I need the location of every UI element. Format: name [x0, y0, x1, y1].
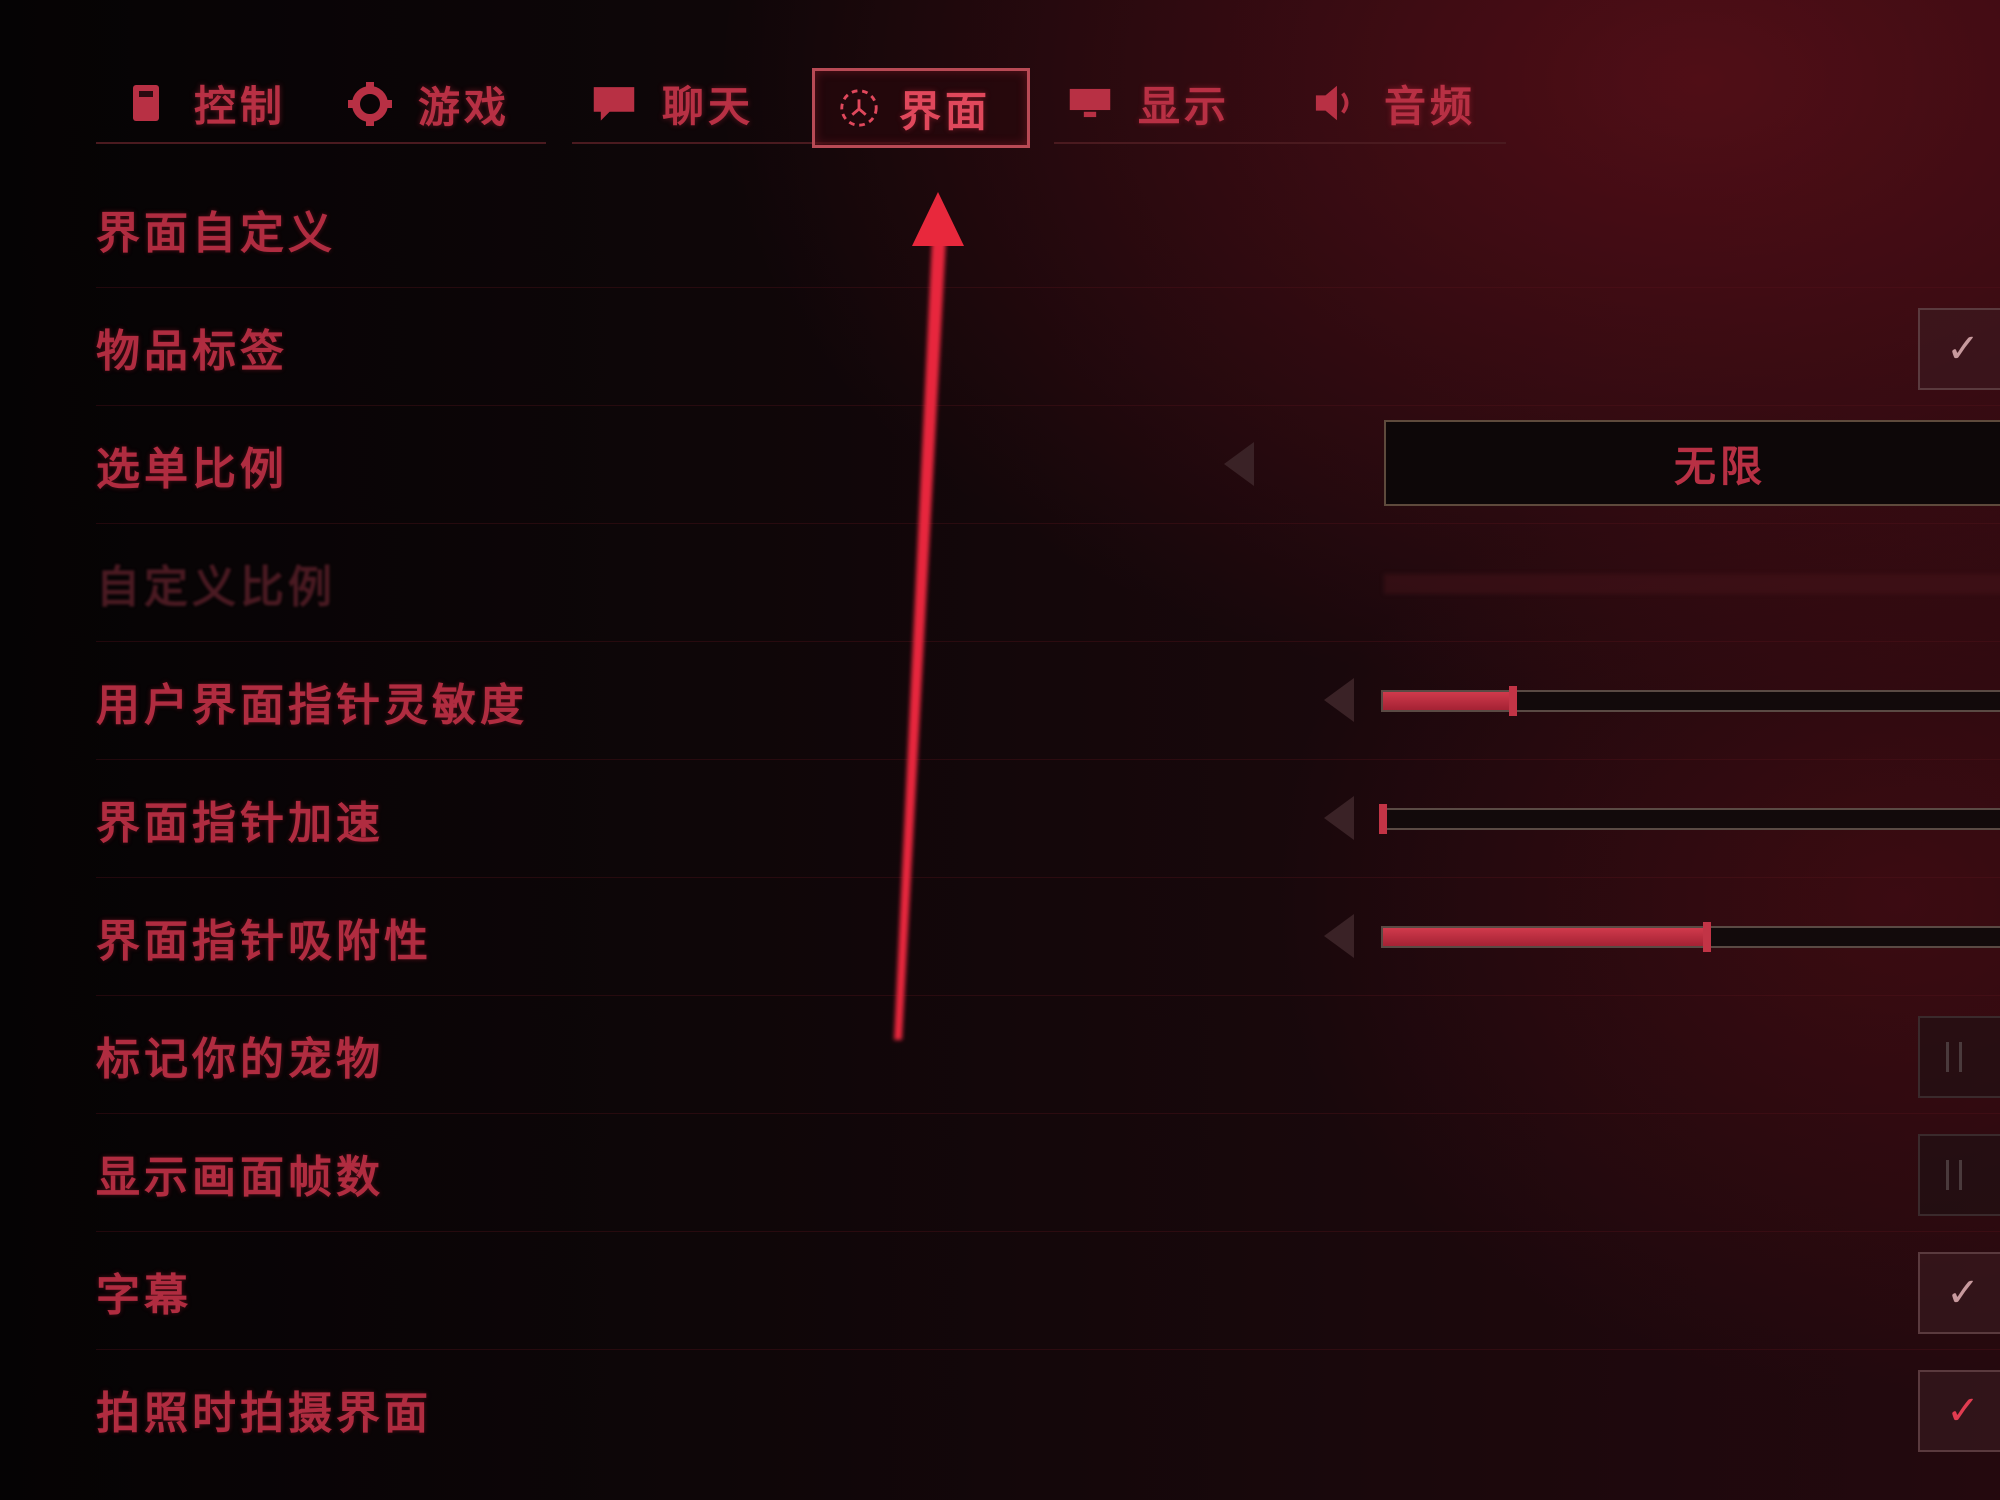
setting-row-ui-pointer-snap[interactable]: 界面指针吸附性	[96, 878, 2000, 996]
setting-row-item-labels[interactable]: 物品标签 ✓	[96, 288, 2000, 406]
tab-label: 控制	[194, 81, 287, 131]
menu-scale-prev-arrow-icon[interactable]	[1224, 442, 1254, 486]
setting-label: 物品标签	[96, 325, 288, 377]
tab-label: 聊天	[662, 81, 755, 131]
tab-game[interactable]: 游戏	[346, 64, 510, 144]
tab-label: 显示	[1138, 81, 1231, 131]
setting-row-photo-hide-ui[interactable]: 拍照时拍摄界面 ✓	[96, 1350, 2000, 1468]
slider-fill	[1383, 928, 1707, 946]
chat-bubble-icon	[592, 81, 636, 125]
setting-label: 界面指针吸附性	[96, 915, 432, 967]
check-icon: ✓	[1946, 1270, 1980, 1316]
tab-display[interactable]: 显示	[1054, 64, 1294, 144]
setting-row-ui-pointer-sensitivity[interactable]: 用户界面指针灵敏度	[96, 642, 2000, 760]
settings-tab-bar: 控制 聊天 界面 显示 音频	[96, 64, 1506, 148]
setting-label: 显示画面帧数	[96, 1151, 384, 1203]
interface-icon	[837, 86, 881, 130]
tab-label: 音频	[1384, 81, 1477, 131]
show-fps-toggle[interactable]	[1918, 1134, 2000, 1216]
setting-row-menu-scale[interactable]: 选单比例 无限	[96, 406, 2000, 524]
ui-pointer-snap-slider[interactable]	[1381, 922, 2000, 952]
controller-icon	[124, 81, 168, 125]
photo-hide-ui-checkbox[interactable]: ✓	[1918, 1370, 2000, 1452]
subtitles-checkbox[interactable]: ✓	[1918, 1252, 2000, 1334]
monitor-icon	[1068, 81, 1112, 125]
setting-label: 用户界面指针灵敏度	[96, 679, 528, 731]
tab-interface[interactable]: 界面	[812, 68, 1030, 148]
check-icon: ✓	[1946, 1388, 1980, 1434]
setting-label: 拍照时拍摄界面	[96, 1388, 432, 1439]
tab-label: 游戏	[418, 82, 511, 132]
setting-row-mark-pets[interactable]: 标记你的宠物	[96, 996, 2000, 1114]
slider-decrease-arrow-icon[interactable]	[1324, 678, 1354, 722]
slider-thumb[interactable]	[1379, 804, 1387, 834]
setting-row-show-fps[interactable]: 显示画面帧数	[96, 1114, 2000, 1232]
setting-row-subtitles[interactable]: 字幕 ✓	[96, 1232, 2000, 1350]
menu-scale-value: 无限	[1673, 441, 1766, 491]
mark-pets-toggle[interactable]	[1918, 1016, 2000, 1098]
setting-row-ui-pointer-acceleration[interactable]: 界面指针加速	[96, 760, 2000, 878]
setting-label: 选单比例	[96, 443, 288, 495]
toggle-off-icon	[1946, 1160, 1962, 1190]
item-labels-checkbox[interactable]: ✓	[1918, 308, 2000, 390]
slider-thumb[interactable]	[1508, 686, 1517, 716]
check-icon: ✓	[1946, 326, 1980, 372]
setting-label: 字幕	[96, 1269, 192, 1321]
tab-audio[interactable]: 音频	[1294, 64, 1506, 144]
slider-fill	[1383, 692, 1513, 710]
slider-decrease-arrow-icon[interactable]	[1324, 796, 1354, 840]
setting-row-custom-scale: 自定义比例	[96, 524, 2000, 642]
custom-scale-slider-disabled	[1384, 574, 2000, 594]
setting-label: 标记你的宠物	[96, 1033, 384, 1085]
setting-row-ui-customize: 界面自定义	[96, 170, 2000, 288]
gear-icon	[346, 80, 394, 128]
setting-label: 界面自定义	[96, 207, 336, 259]
ui-pointer-sensitivity-slider[interactable]	[1381, 686, 2000, 716]
tab-label: 界面	[899, 86, 992, 136]
slider-decrease-arrow-icon[interactable]	[1324, 914, 1354, 958]
setting-label: 自定义比例	[96, 561, 336, 613]
slider-thumb[interactable]	[1703, 922, 1711, 952]
setting-label: 界面指针加速	[96, 797, 384, 849]
ui-pointer-acceleration-slider[interactable]	[1379, 804, 2000, 834]
speaker-icon	[1314, 81, 1358, 125]
toggle-off-icon	[1946, 1042, 1962, 1072]
menu-scale-selector[interactable]: 无限	[1384, 420, 2000, 506]
